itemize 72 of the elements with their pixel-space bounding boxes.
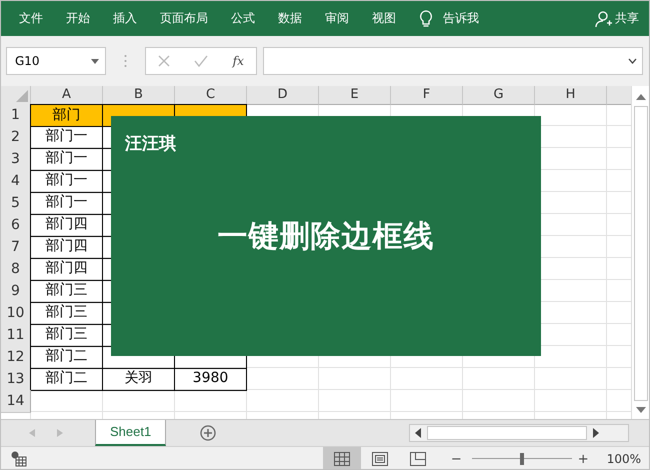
table-cell: 部门二 (30, 346, 103, 369)
column-header[interactable]: F (391, 86, 463, 105)
sheet-tab[interactable]: Sheet1 (95, 420, 166, 446)
row-header[interactable]: 5 (1, 192, 31, 215)
row-header[interactable]: 3 (1, 148, 31, 171)
check-icon[interactable] (194, 55, 208, 67)
dropdown-icon (91, 58, 99, 64)
formula-input[interactable] (263, 47, 643, 75)
expand-icon[interactable] (628, 58, 637, 64)
row-header[interactable]: 8 (1, 258, 31, 281)
column-header[interactable]: D (247, 86, 319, 105)
scroll-down-icon[interactable] (636, 407, 646, 413)
ribbon-tab[interactable]: 数据 (268, 1, 315, 36)
lightbulb-icon (419, 10, 433, 28)
insert-function-button[interactable]: fx (232, 54, 244, 68)
ribbon-tab[interactable]: 页面布局 (150, 1, 221, 36)
row-header[interactable]: 11 (1, 324, 31, 347)
table-cell: 部门一 (30, 192, 103, 215)
row-header[interactable]: 4 (1, 170, 31, 193)
table-cell: 部门 (30, 104, 103, 127)
table-cell: 部门三 (30, 324, 103, 347)
banner-title: 一键删除边框线 (216, 218, 436, 256)
horizontal-scrollbar[interactable] (409, 424, 629, 442)
ribbon-tab[interactable]: 公式 (221, 1, 268, 36)
column-header[interactable]: G (463, 86, 535, 105)
author-name: 汪汪琪 (125, 133, 176, 155)
person-icon (595, 10, 613, 28)
scroll-right-icon[interactable] (593, 428, 599, 438)
row-header[interactable]: 1 (1, 104, 31, 127)
ribbon-tab[interactable]: 视图 (362, 1, 409, 36)
vertical-scrollbar[interactable] (631, 86, 649, 419)
row-header[interactable]: 2 (1, 126, 31, 149)
table-cell: 部门一 (30, 148, 103, 171)
table-cell: 部门三 (30, 280, 103, 303)
name-box[interactable]: G10 (6, 47, 106, 75)
normal-view-button[interactable] (322, 447, 361, 469)
row-header[interactable]: 6 (1, 214, 31, 237)
ribbon-tab[interactable]: 插入 (103, 1, 150, 36)
table-cell: 部门四 (30, 236, 103, 259)
table-cell: 部门三 (30, 302, 103, 325)
column-header[interactable]: H (535, 86, 607, 105)
row-header[interactable]: 12 (1, 346, 31, 369)
column-header[interactable]: E (319, 86, 391, 105)
tell-me-button[interactable]: 告诉我 (433, 1, 492, 36)
zoom-in-button[interactable]: + (578, 452, 589, 466)
row-header[interactable]: 13 (1, 368, 31, 391)
row-header[interactable]: 9 (1, 280, 31, 303)
zoom-level: 100% (606, 452, 641, 466)
add-sheet-icon[interactable] (200, 425, 216, 441)
ribbon-tab[interactable]: 文件 (9, 1, 56, 36)
table-cell: 部门二 (30, 368, 103, 391)
table-cell: 关羽 (103, 368, 175, 391)
share-button[interactable]: 共享 (595, 10, 639, 28)
cell-reference: G10 (15, 54, 40, 68)
row-header[interactable]: 10 (1, 302, 31, 325)
table-cell: 3980 (175, 368, 247, 391)
macro-icon[interactable] (11, 451, 27, 467)
ribbon-tab[interactable]: 开始 (56, 1, 103, 36)
scroll-up-icon[interactable] (636, 94, 646, 100)
table-cell: 部门一 (30, 170, 103, 193)
scroll-left-icon[interactable] (415, 428, 421, 438)
row-header[interactable]: 14 (1, 390, 31, 413)
page-break-icon (410, 452, 426, 466)
page-icon (372, 452, 388, 466)
table-cell: 部门一 (30, 126, 103, 149)
table-cell: 部门四 (30, 214, 103, 237)
table-cell: 部门四 (30, 258, 103, 281)
grid-icon (334, 452, 350, 466)
grip-icon (124, 54, 127, 68)
row-header[interactable]: 7 (1, 236, 31, 259)
ribbon-tab[interactable]: 审阅 (315, 1, 362, 36)
zoom-out-button[interactable]: − (450, 452, 462, 466)
